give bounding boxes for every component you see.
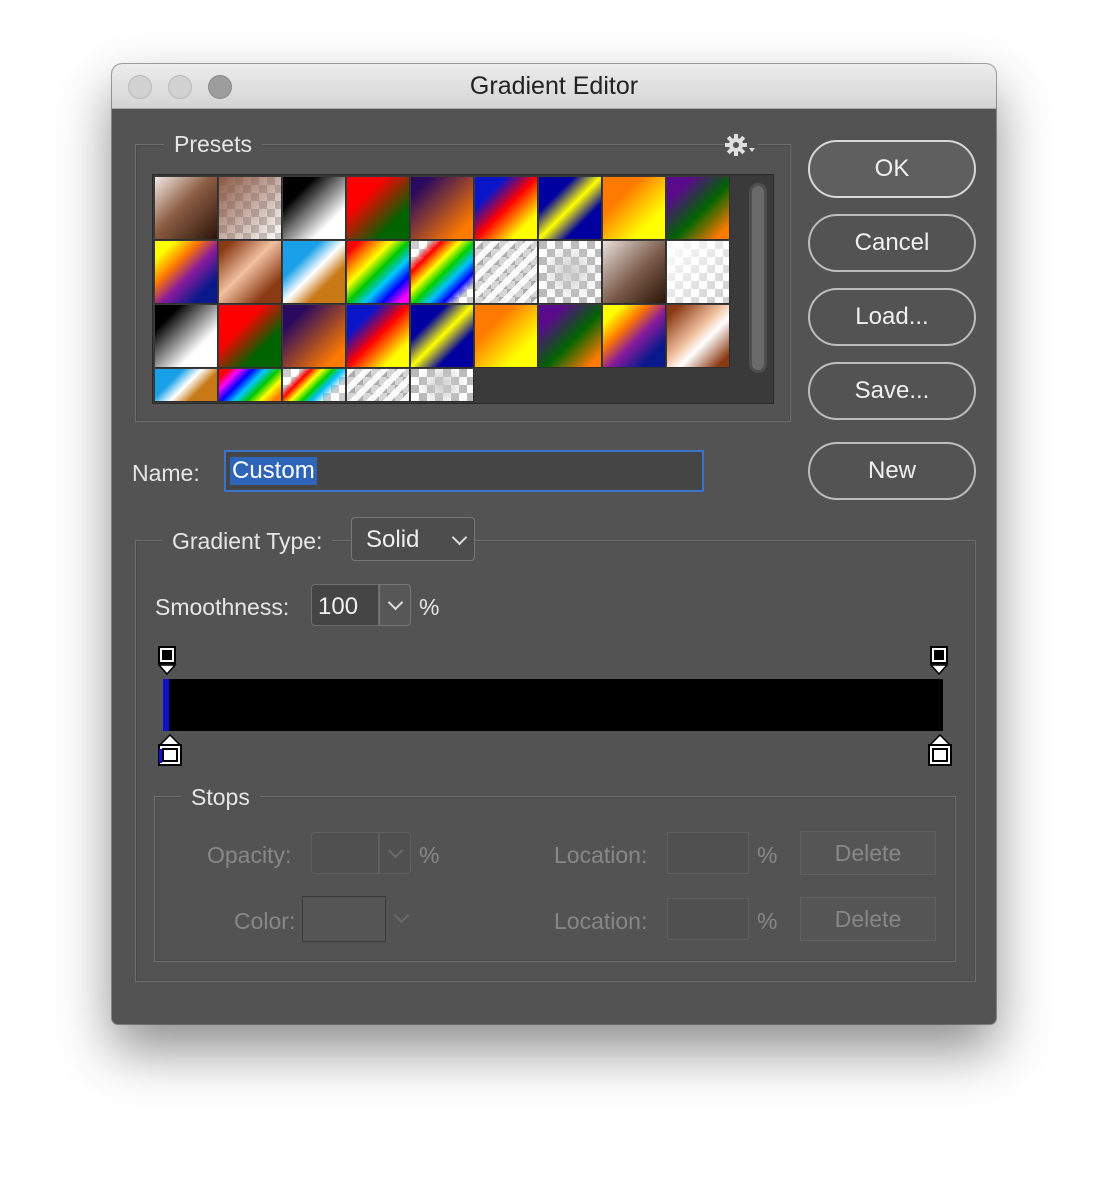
- smoothness-dropdown[interactable]: [379, 584, 411, 626]
- gradient-editor-window: Gradient Editor Presets OK Cancel Load..…: [112, 64, 996, 1024]
- color-label: Color:: [234, 908, 296, 934]
- ok-button[interactable]: OK: [808, 140, 976, 198]
- opacity-unit: %: [419, 842, 440, 868]
- name-label: Name:: [132, 460, 200, 486]
- preset-swatch[interactable]: [219, 177, 282, 240]
- cancel-button[interactable]: Cancel: [808, 214, 976, 272]
- opacity-location-unit: %: [757, 842, 778, 868]
- preset-swatch[interactable]: [347, 241, 410, 304]
- preset-swatch[interactable]: [347, 369, 410, 402]
- chevron-down-icon: [451, 529, 468, 546]
- gradient-type-value: Solid: [366, 526, 420, 553]
- gradient-type-dropdown[interactable]: Solid: [351, 517, 475, 561]
- new-button[interactable]: New: [808, 442, 976, 500]
- preset-swatch[interactable]: [603, 305, 666, 368]
- opacity-dropdown[interactable]: [379, 832, 411, 874]
- gradient-type-label: Gradient Type:: [162, 528, 333, 555]
- presets-label: Presets: [164, 131, 262, 158]
- opacity-input[interactable]: [311, 832, 379, 874]
- color-swatch[interactable]: [302, 896, 386, 942]
- preset-swatch[interactable]: [155, 241, 218, 304]
- color-delete-button[interactable]: Delete: [800, 897, 936, 941]
- smoothness-input[interactable]: 100: [311, 584, 379, 626]
- gear-icon[interactable]: [724, 133, 758, 157]
- preset-swatch[interactable]: [411, 177, 474, 240]
- preset-swatch[interactable]: [603, 241, 666, 304]
- preset-swatch[interactable]: [283, 177, 346, 240]
- preset-swatch[interactable]: [539, 241, 602, 304]
- chevron-down-icon: [387, 594, 404, 611]
- preset-swatch[interactable]: [219, 305, 282, 368]
- window-title: Gradient Editor: [469, 72, 639, 100]
- color-location-unit: %: [757, 908, 778, 934]
- save-button[interactable]: Save...: [808, 362, 976, 420]
- preset-swatch[interactable]: [411, 241, 474, 304]
- preset-swatch[interactable]: [347, 177, 410, 240]
- preset-swatch[interactable]: [411, 369, 474, 402]
- preset-swatch[interactable]: [283, 305, 346, 368]
- preset-swatch[interactable]: [219, 369, 282, 402]
- opacity-delete-button[interactable]: Delete: [800, 831, 936, 875]
- load-button[interactable]: Load...: [808, 288, 976, 346]
- preset-swatch[interactable]: [539, 177, 602, 240]
- name-input-value: Custom: [230, 457, 317, 485]
- preset-swatch[interactable]: [347, 305, 410, 368]
- color-location-input[interactable]: [667, 898, 749, 940]
- preset-swatch[interactable]: [155, 305, 218, 368]
- preset-swatch[interactable]: [667, 305, 730, 368]
- preset-swatch[interactable]: [155, 369, 218, 402]
- preset-swatch[interactable]: [603, 177, 666, 240]
- preset-swatch[interactable]: [411, 305, 474, 368]
- smoothness-label: Smoothness:: [155, 594, 290, 620]
- preset-swatch[interactable]: [667, 241, 730, 304]
- color-stop-left[interactable]: [156, 733, 184, 767]
- gradient-preview-bar[interactable]: [163, 679, 943, 731]
- presets-list[interactable]: [152, 174, 774, 404]
- smoothness-value: 100: [318, 593, 359, 620]
- preset-swatch[interactable]: [155, 177, 218, 240]
- name-input[interactable]: Custom: [224, 450, 704, 492]
- preset-swatch[interactable]: [475, 241, 538, 304]
- opacity-location-label: Location:: [554, 842, 648, 868]
- opacity-stop-left[interactable]: [156, 646, 178, 676]
- opacity-stop-right[interactable]: [928, 646, 950, 676]
- chevron-down-icon: [387, 842, 404, 859]
- smoothness-unit: %: [419, 594, 440, 620]
- preset-swatch[interactable]: [539, 305, 602, 368]
- presets-scrollbar[interactable]: [749, 183, 767, 373]
- preset-swatch[interactable]: [475, 305, 538, 368]
- selected-stop-marker: [163, 679, 169, 731]
- color-stop-right[interactable]: [926, 733, 954, 767]
- stops-label: Stops: [181, 784, 260, 811]
- preset-swatch[interactable]: [283, 369, 346, 402]
- color-location-label: Location:: [554, 908, 648, 934]
- opacity-location-input[interactable]: [667, 832, 749, 874]
- preset-swatch[interactable]: [219, 241, 282, 304]
- preset-swatch[interactable]: [475, 177, 538, 240]
- title-bar: Gradient Editor: [112, 64, 996, 109]
- preset-swatch[interactable]: [667, 177, 730, 240]
- preset-swatch[interactable]: [283, 241, 346, 304]
- opacity-label: Opacity:: [207, 842, 292, 868]
